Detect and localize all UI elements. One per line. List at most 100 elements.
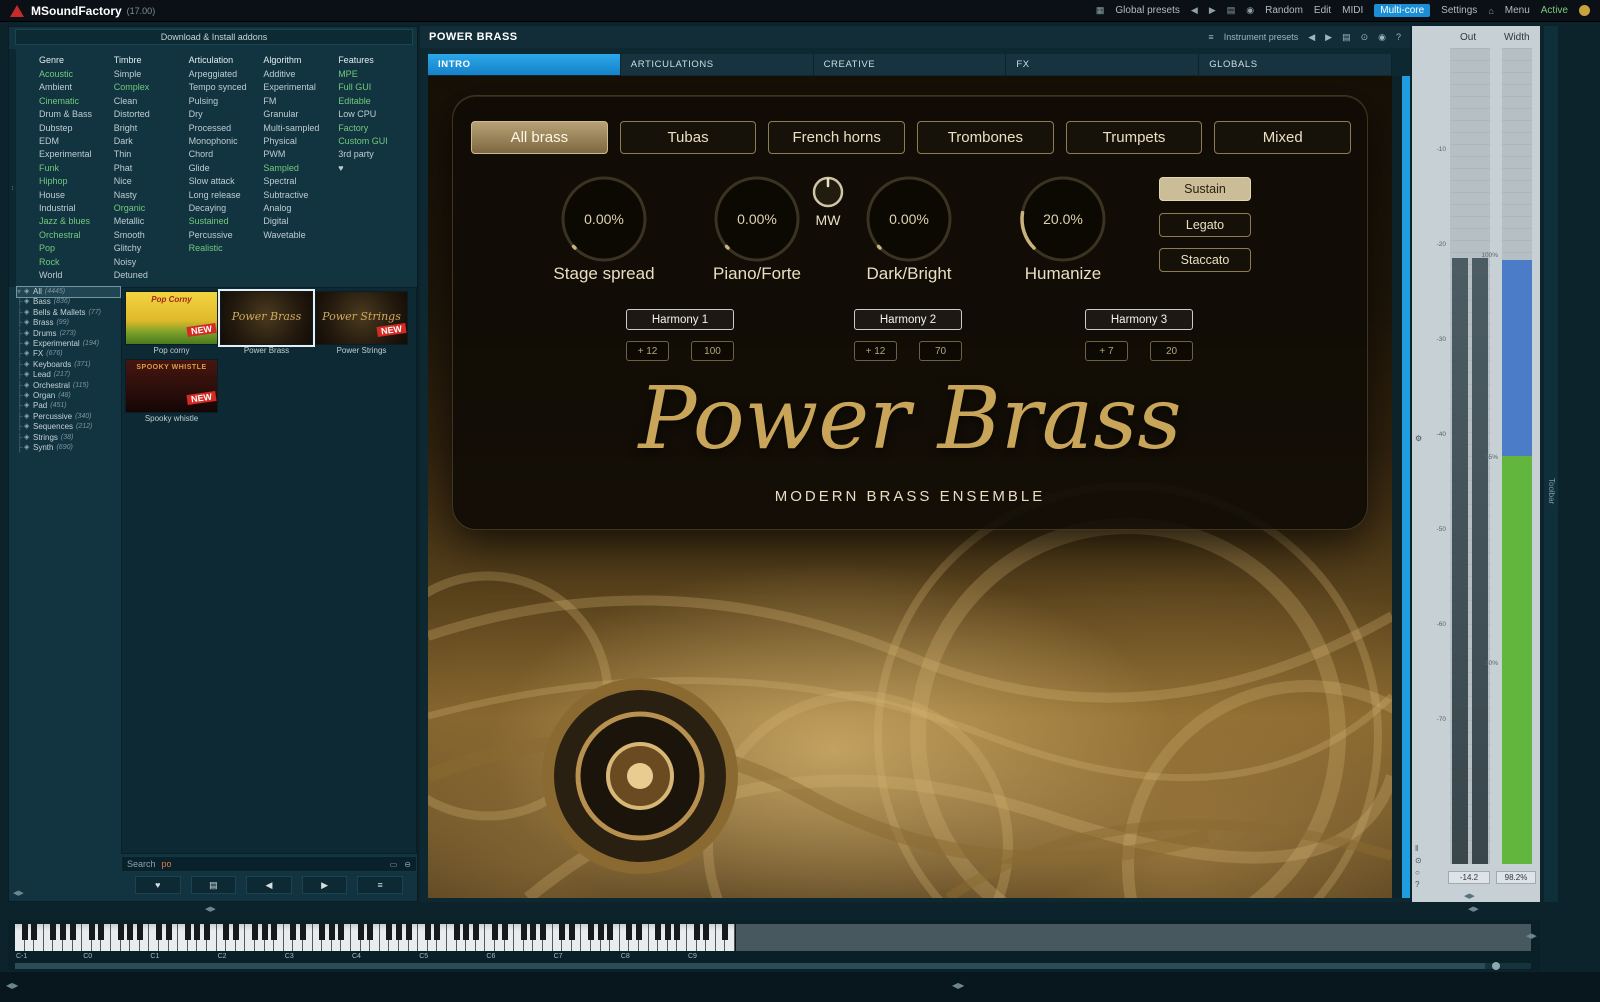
harmony-2-interval[interactable]: + 12: [854, 341, 897, 361]
tree-item-organ[interactable]: ├◈Organ(48): [17, 391, 120, 401]
piano-key-ds4[interactable]: [367, 924, 373, 940]
favorites-button[interactable]: ♥: [135, 876, 181, 894]
tag-drum-bass[interactable]: Drum & Bass: [39, 108, 114, 121]
articulation-sustain[interactable]: Sustain: [1159, 177, 1251, 201]
piano-key-cs7[interactable]: [559, 924, 565, 940]
tag-physical[interactable]: Physical: [263, 135, 338, 148]
out-level-readout[interactable]: -14.2: [1448, 871, 1490, 884]
tag-metallic[interactable]: Metallic: [114, 215, 189, 228]
tab-intro[interactable]: INTRO: [428, 54, 621, 75]
piano-key-fs4[interactable]: [386, 924, 392, 940]
home-icon[interactable]: ⌂: [1488, 6, 1493, 16]
piano-key-as6[interactable]: [540, 924, 546, 940]
midi-button[interactable]: MIDI: [1342, 5, 1363, 16]
tag-rock[interactable]: Rock: [39, 256, 114, 269]
tag-mpe[interactable]: MPE: [338, 68, 413, 81]
ensemble-french-horns[interactable]: French horns: [768, 121, 905, 154]
piano-key-ds2[interactable]: [233, 924, 239, 940]
tab-globals[interactable]: GLOBALS: [1199, 54, 1392, 75]
tree-item-synth[interactable]: ├◈Synth(690): [17, 443, 120, 453]
width-readout[interactable]: 98.2%: [1496, 871, 1536, 884]
piano-key-gs2[interactable]: [262, 924, 268, 940]
knob-stage-spread[interactable]: 0.00%: [559, 174, 649, 264]
piano-key-fs8[interactable]: [655, 924, 661, 940]
piano-key-cs1[interactable]: [156, 924, 162, 940]
piano-key-fs1[interactable]: [185, 924, 191, 940]
favorites-heart-icon[interactable]: ♥: [338, 162, 413, 175]
tree-item-experimental[interactable]: ├◈Experimental(194): [17, 339, 120, 349]
harmony-1-amount[interactable]: 100: [691, 341, 734, 361]
tag-clean[interactable]: Clean: [114, 95, 189, 108]
tag-world[interactable]: World: [39, 269, 114, 282]
piano-key-as8[interactable]: [674, 924, 680, 940]
tag-detuned[interactable]: Detuned: [114, 269, 189, 282]
tag-full-gui[interactable]: Full GUI: [338, 81, 413, 94]
preset-thumb-power-strings[interactable]: Power StringsNEWPower Strings: [315, 291, 408, 357]
tag-funk[interactable]: Funk: [39, 162, 114, 175]
account-icon[interactable]: [1579, 5, 1590, 16]
main-scrollbar-handle[interactable]: [1402, 76, 1410, 898]
tag-cinematic[interactable]: Cinematic: [39, 95, 114, 108]
active-status[interactable]: Active: [1541, 5, 1568, 16]
piano-key-ds7[interactable]: [569, 924, 575, 940]
piano-key-ds-1[interactable]: [31, 924, 37, 940]
piano-key-cs2[interactable]: [223, 924, 229, 940]
mod-wheel-knob[interactable]: [811, 175, 845, 209]
settings-button[interactable]: Settings: [1441, 5, 1477, 16]
random-button[interactable]: Random: [1265, 5, 1303, 16]
harmony-2-button[interactable]: Harmony 2: [854, 309, 962, 330]
onscreen-keyboard-icon[interactable]: ▭: [390, 860, 398, 869]
next-preset-button[interactable]: ▶: [302, 876, 348, 894]
piano-key-ds8[interactable]: [636, 924, 642, 940]
piano-key-gs7[interactable]: [598, 924, 604, 940]
preset-thumb-power-brass[interactable]: Power BrassPower Brass: [220, 291, 313, 357]
tag-glitchy[interactable]: Glitchy: [114, 242, 189, 255]
tag-house[interactable]: House: [39, 189, 114, 202]
eye-icon[interactable]: ◉: [1378, 32, 1386, 43]
piano-key-cs6[interactable]: [492, 924, 498, 940]
tree-item-strings[interactable]: ├◈Strings(38): [17, 433, 120, 443]
search-bar[interactable]: Search po ▭ ⊖: [121, 856, 417, 872]
tree-item-bells-mallets[interactable]: ├◈Bells & Mallets(77): [17, 308, 120, 318]
tag-experimental[interactable]: Experimental: [263, 81, 338, 94]
tag-jazz-blues[interactable]: Jazz & blues: [39, 215, 114, 228]
piano-key-gs0[interactable]: [127, 924, 133, 940]
search-input[interactable]: po: [162, 859, 172, 869]
tree-item-pad[interactable]: ├◈Pad(451): [17, 401, 120, 411]
harmony-3-interval[interactable]: + 7: [1085, 341, 1128, 361]
tab-fx[interactable]: FX: [1006, 54, 1199, 75]
tag-fm[interactable]: FM: [263, 95, 338, 108]
piano-key-gs8[interactable]: [665, 924, 671, 940]
piano-key-gs-1[interactable]: [60, 924, 66, 940]
keyboard-scroll-dot[interactable]: [1492, 962, 1500, 970]
tag-realistic[interactable]: Realistic: [189, 242, 264, 255]
tag-sustained[interactable]: Sustained: [189, 215, 264, 228]
meter-pause-icon[interactable]: ‖: [1415, 844, 1418, 853]
tag-additive[interactable]: Additive: [263, 68, 338, 81]
preset-next-icon[interactable]: ▶: [1209, 5, 1216, 16]
image-icon[interactable]: ▤: [1342, 32, 1351, 43]
tag-editable[interactable]: Editable: [338, 95, 413, 108]
screenshot-icon[interactable]: ▤: [1227, 5, 1236, 16]
meter-settings-gear-icon[interactable]: ⚙: [1415, 434, 1422, 443]
tag-processed[interactable]: Processed: [189, 122, 264, 135]
piano-key-fs-1[interactable]: [50, 924, 56, 940]
tag-experimental[interactable]: Experimental: [39, 148, 114, 161]
ensemble-all-brass[interactable]: All brass: [471, 121, 608, 154]
articulation-legato[interactable]: Legato: [1159, 213, 1251, 237]
meter-resize-handle[interactable]: ◀▶: [1464, 892, 1475, 900]
browser-resize-handle[interactable]: ◀▶: [13, 889, 24, 897]
tag-glide[interactable]: Glide: [189, 162, 264, 175]
tag-hiphop[interactable]: Hiphop: [39, 175, 114, 188]
harmony-1-button[interactable]: Harmony 1: [626, 309, 734, 330]
piano-key-ds5[interactable]: [434, 924, 440, 940]
piano-key-gs1[interactable]: [194, 924, 200, 940]
tree-item-orchestral[interactable]: ├◈Orchestral(115): [17, 381, 120, 391]
tag-pop[interactable]: Pop: [39, 242, 114, 255]
piano-key-fs5[interactable]: [454, 924, 460, 940]
thumbnails-view-button[interactable]: ▤: [191, 876, 237, 894]
piano-key-ds6[interactable]: [502, 924, 508, 940]
record-icon[interactable]: ◉: [1246, 5, 1254, 16]
preset-thumb-spooky-whistle[interactable]: SPOOKY WHISTLENEWSpooky whistle: [125, 359, 218, 425]
tag-distorted[interactable]: Distorted: [114, 108, 189, 121]
